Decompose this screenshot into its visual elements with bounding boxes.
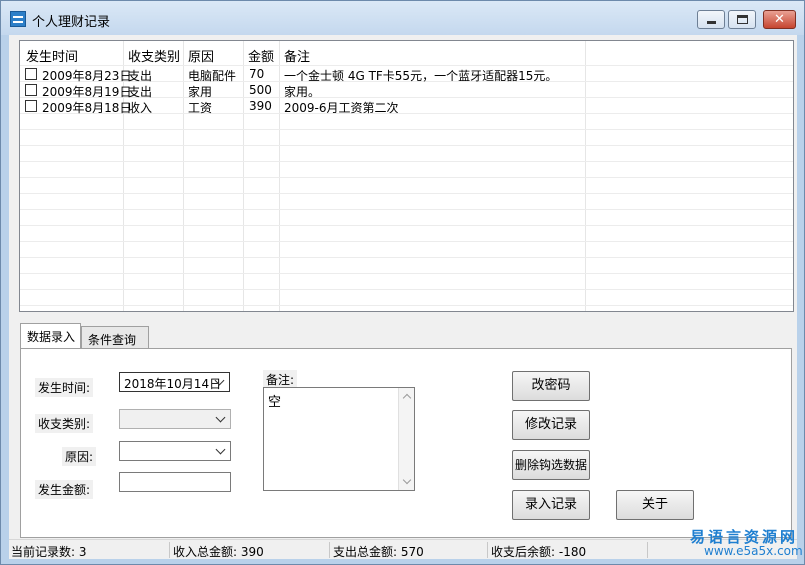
header-type[interactable]: 收支类别 xyxy=(128,46,180,65)
row-gridline xyxy=(20,241,793,242)
row-gridline xyxy=(20,289,793,290)
amount-input[interactable] xyxy=(119,472,231,492)
status-divider xyxy=(647,542,648,558)
tab-data-entry[interactable]: 数据录入 xyxy=(20,323,81,348)
delete-checked-button[interactable]: 删除钩选数据 xyxy=(512,450,590,480)
reason-label: 原因: xyxy=(62,447,97,466)
row-checkbox[interactable] xyxy=(25,68,37,80)
header-date[interactable]: 发生时间 xyxy=(26,46,78,65)
cell-amount: 70 xyxy=(249,67,265,81)
minimize-icon xyxy=(707,21,716,24)
row-gridline xyxy=(20,193,793,194)
scroll-down-icon[interactable] xyxy=(402,475,412,485)
maximize-button[interactable] xyxy=(728,10,756,29)
note-scrollbar[interactable] xyxy=(398,388,414,490)
date-picker[interactable]: 2018年10月14日 xyxy=(119,372,230,392)
add-record-button[interactable]: 录入记录 xyxy=(512,490,590,520)
watermark-url: www.e5a5x.com xyxy=(704,544,803,558)
status-record-count: 当前记录数: 3 xyxy=(11,545,87,559)
close-icon: ✕ xyxy=(774,12,785,27)
app-icon xyxy=(10,11,26,27)
client-area: 发生时间 收支类别 原因 金额 备注 2009年8月23日 支出 电脑配件 70… xyxy=(9,35,797,559)
row-gridline xyxy=(20,257,793,258)
chevron-down-icon xyxy=(215,444,226,455)
window-title: 个人理财记录 xyxy=(32,15,111,30)
watermark: 易语言资源网 www.e5a5x.com xyxy=(684,526,803,562)
row-gridline xyxy=(20,209,793,210)
date-value: 2018年10月14日 xyxy=(124,377,222,391)
record-list[interactable]: 发生时间 收支类别 原因 金额 备注 2009年8月23日 支出 电脑配件 70… xyxy=(19,40,794,312)
header-amount[interactable]: 金额 xyxy=(248,46,274,65)
row-gridline xyxy=(20,225,793,226)
status-expense-total: 支出总金额: 570 xyxy=(333,545,424,559)
change-password-button[interactable]: 改密码 xyxy=(512,371,590,401)
tab-condition-query[interactable]: 条件查询 xyxy=(81,326,149,348)
cell-date: 2009年8月18日 xyxy=(42,101,132,115)
title-bar[interactable]: 个人理财记录 ✕ xyxy=(1,1,804,35)
cell-amount: 390 xyxy=(249,99,272,113)
note-textarea[interactable]: 空 xyxy=(263,387,415,491)
cell-type: 收入 xyxy=(128,101,153,115)
row-checkbox[interactable] xyxy=(25,84,37,96)
row-gridline xyxy=(20,177,793,178)
note-value: 空 xyxy=(268,395,282,410)
close-button[interactable]: ✕ xyxy=(763,10,796,29)
scroll-up-icon[interactable] xyxy=(402,393,412,403)
cell-reason: 工资 xyxy=(188,101,213,115)
row-gridline xyxy=(20,305,793,306)
row-checkbox[interactable] xyxy=(25,100,37,112)
row-gridline xyxy=(20,161,793,162)
status-divider xyxy=(169,542,170,558)
row-gridline xyxy=(20,129,793,130)
table-row[interactable]: 2009年8月18日 收入 工资 390 2009-6月工资第二次 xyxy=(20,98,793,115)
header-note[interactable]: 备注 xyxy=(284,46,310,65)
about-button[interactable]: 关于 xyxy=(616,490,694,520)
status-divider xyxy=(329,542,330,558)
list-header: 发生时间 收支类别 原因 金额 备注 xyxy=(20,41,793,65)
table-row[interactable]: 2009年8月23日 支出 电脑配件 70 一个金士顿 4G TF卡55元，一个… xyxy=(20,66,793,83)
type-select[interactable] xyxy=(119,409,231,429)
status-balance: 收支后余额: -180 xyxy=(491,545,587,559)
minimize-button[interactable] xyxy=(697,10,725,29)
cell-note: 2009-6月工资第二次 xyxy=(284,101,399,115)
type-label: 收支类别: xyxy=(35,414,94,433)
row-gridline xyxy=(20,273,793,274)
amount-label: 发生金额: xyxy=(35,480,94,499)
maximize-icon xyxy=(737,15,748,24)
table-row[interactable]: 2009年8月19日 支出 家用 500 家用。 xyxy=(20,82,793,99)
status-bar: 当前记录数: 3 收入总金额: 390 支出总金额: 570 收支后余额: -1… xyxy=(9,539,797,559)
main-window: 个人理财记录 ✕ 发生时间 收支类别 原因 金额 备注 2009年8月23日 支… xyxy=(0,0,805,565)
tab-panel-data-entry: 发生时间: 2018年10月14日 收支类别: 原因: 发生金额: 备注: 空 xyxy=(20,348,792,538)
chevron-down-icon xyxy=(215,412,226,423)
row-gridline xyxy=(20,145,793,146)
modify-record-button[interactable]: 修改记录 xyxy=(512,410,590,440)
status-income-total: 收入总金额: 390 xyxy=(173,545,264,559)
reason-select[interactable] xyxy=(119,441,231,461)
date-label: 发生时间: xyxy=(35,378,94,397)
cell-amount: 500 xyxy=(249,83,272,97)
status-divider xyxy=(487,542,488,558)
header-reason[interactable]: 原因 xyxy=(188,46,214,65)
